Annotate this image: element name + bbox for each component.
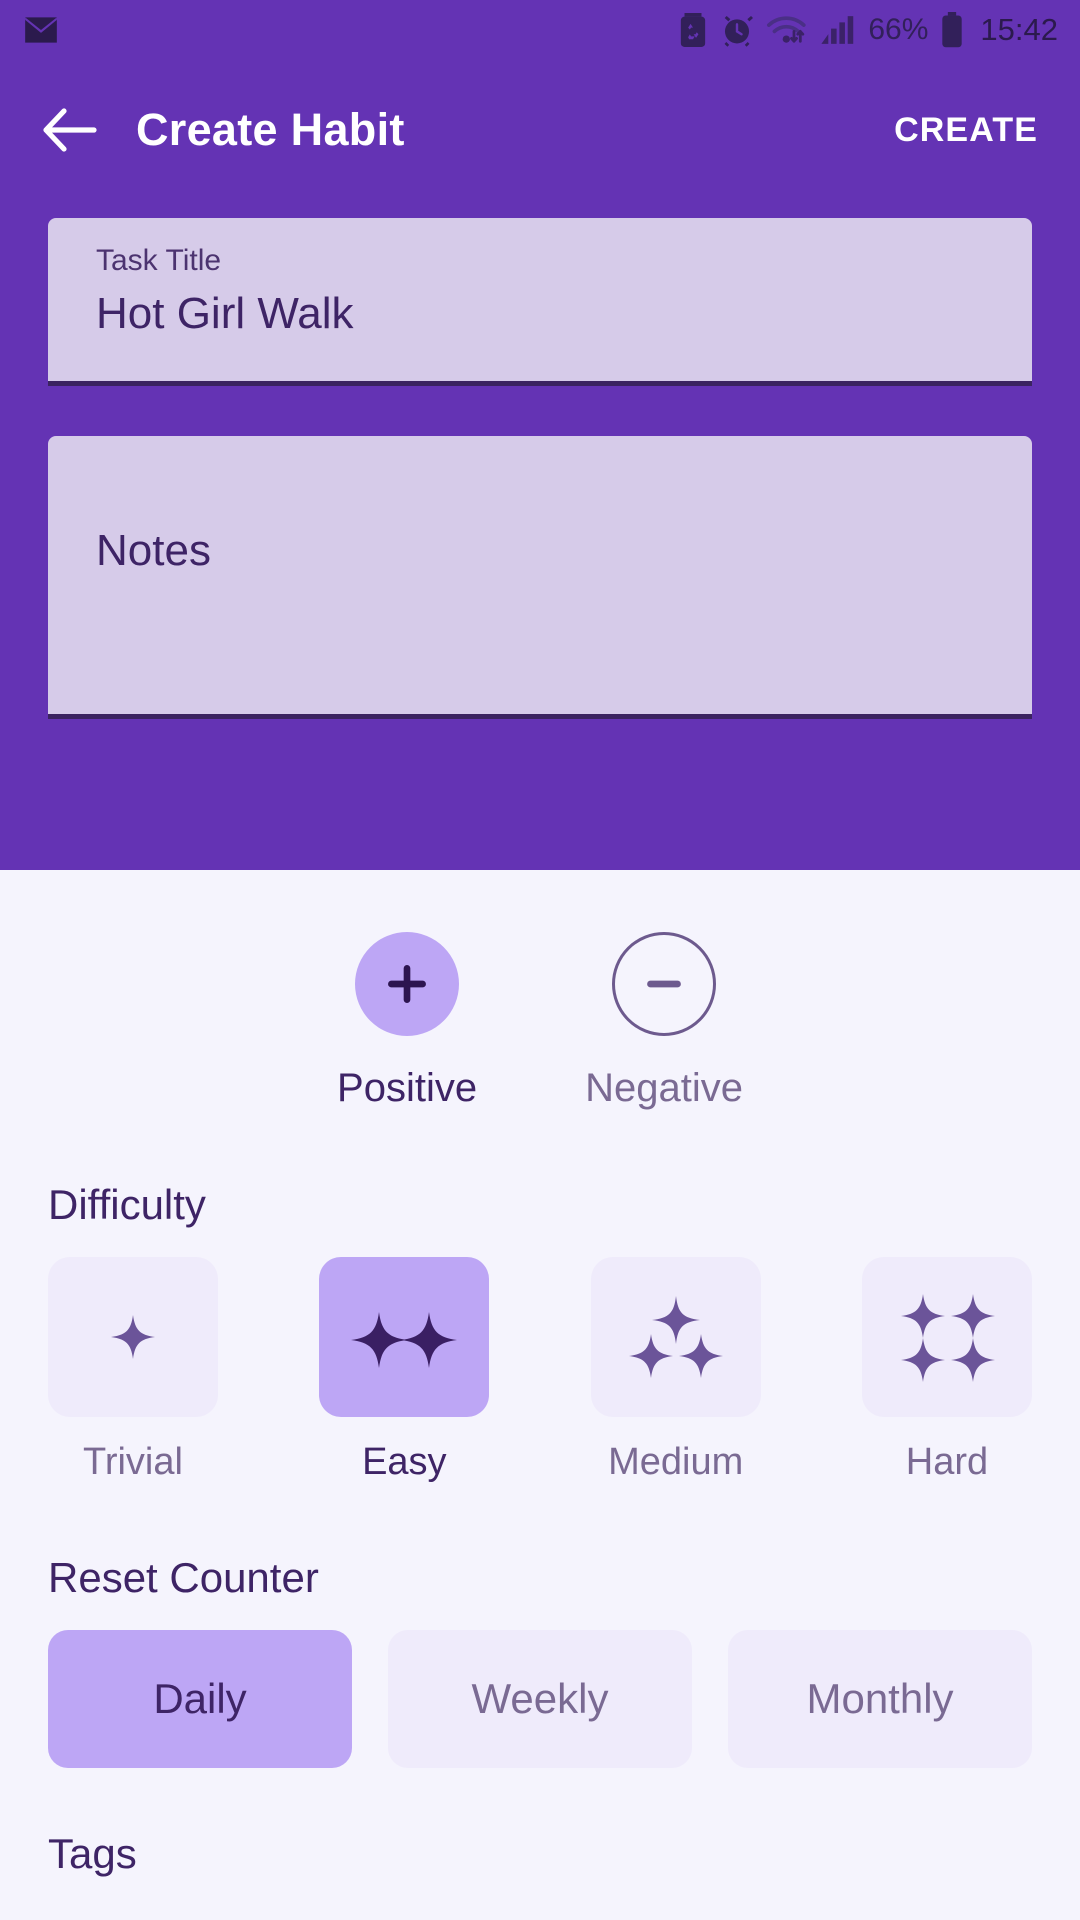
negative-circle[interactable] [612, 932, 717, 1036]
difficulty-option-medium[interactable]: Medium [590, 1257, 761, 1484]
battery-percent-label: 66% [868, 13, 929, 46]
difficulty-option-hard[interactable]: Hard [861, 1257, 1032, 1484]
easy-label: Easy [362, 1441, 447, 1483]
clock-label: 15:42 [980, 12, 1058, 47]
positive-label: Positive [337, 1066, 478, 1110]
hard-card[interactable] [861, 1257, 1032, 1417]
plus-icon [388, 965, 427, 1003]
tags-heading: Tags [48, 1830, 137, 1877]
reset-counter-heading: Reset Counter [48, 1554, 319, 1601]
reset-option-daily[interactable]: Daily [48, 1630, 352, 1768]
reset-option-monthly[interactable]: Monthly [728, 1630, 1032, 1768]
task-title-input[interactable]: Hot Girl Walk [96, 289, 984, 340]
medium-card[interactable] [590, 1257, 761, 1417]
form-region: Task Title Hot Girl Walk Notes [0, 200, 1080, 870]
mail-icon [22, 11, 60, 49]
back-button[interactable] [42, 102, 98, 158]
difficulty-option-easy[interactable]: Easy [319, 1257, 490, 1484]
difficulty-selector: Trivial Easy Medium Hard [48, 1257, 1032, 1484]
negative-label: Negative [585, 1066, 743, 1110]
body-region: Positive Negative Difficulty Trivial Eas… [0, 870, 1080, 1878]
positive-circle[interactable] [355, 932, 460, 1036]
difficulty-heading: Difficulty [48, 1181, 206, 1228]
notes-field[interactable]: Notes [48, 436, 1032, 719]
sparkle-3-icon [628, 1296, 723, 1378]
alarm-icon [720, 13, 754, 47]
status-bar: 66% 15:42 [0, 0, 1080, 60]
sparkle-2-icon [351, 1312, 458, 1368]
app-screen: 66% 15:42 Create Habit CREATE Task Title… [0, 0, 1080, 1920]
notes-input[interactable]: Notes [96, 526, 211, 576]
app-bar: Create Habit CREATE [0, 60, 1080, 200]
signal-icon [820, 14, 856, 46]
difficulty-option-trivial[interactable]: Trivial [48, 1257, 218, 1484]
reset-option-weekly[interactable]: Weekly [388, 1630, 692, 1768]
sparkle-4-icon [900, 1294, 995, 1382]
polarity-option-negative[interactable]: Negative [585, 932, 743, 1111]
task-title-label: Task Title [96, 244, 222, 277]
arrow-left-icon [43, 108, 97, 152]
create-button[interactable]: CREATE [894, 111, 1038, 150]
sparkle-1-icon [111, 1315, 155, 1359]
page-title: Create Habit [136, 104, 405, 155]
battery-icon [940, 12, 964, 48]
trivial-card[interactable] [48, 1257, 218, 1417]
reset-counter-selector: Daily Weekly Monthly [48, 1630, 1032, 1768]
medium-label: Medium [608, 1441, 744, 1483]
polarity-option-positive[interactable]: Positive [337, 932, 477, 1111]
minus-icon [647, 980, 681, 988]
status-bar-left [22, 11, 60, 49]
status-bar-right: 66% 15:42 [678, 12, 1058, 48]
battery-saver-icon [678, 13, 708, 47]
polarity-selector: Positive Negative [48, 870, 1032, 1111]
task-title-field[interactable]: Task Title Hot Girl Walk [48, 218, 1032, 386]
wifi-icon [766, 13, 808, 47]
hard-label: Hard [905, 1441, 989, 1483]
easy-card[interactable] [319, 1257, 490, 1417]
trivial-label: Trivial [83, 1441, 183, 1483]
